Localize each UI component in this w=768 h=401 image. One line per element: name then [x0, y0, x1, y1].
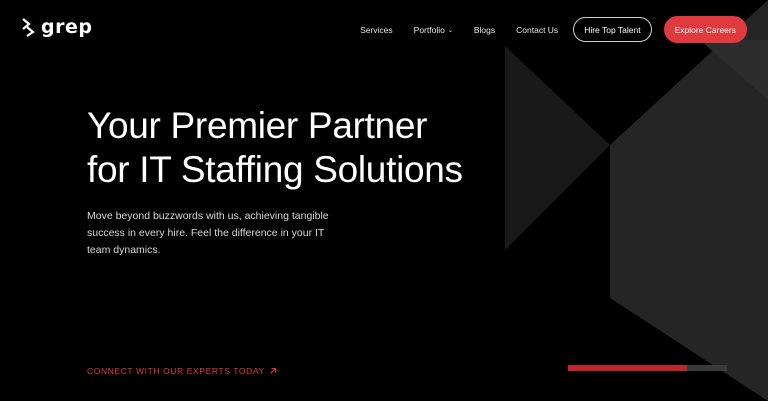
- hero-subtitle: Move beyond buzzwords with us, achieving…: [87, 210, 329, 256]
- slider-progress-fill: [568, 365, 688, 371]
- bg-shape-upper: [505, 46, 610, 250]
- brand-logo[interactable]: grep: [21, 17, 92, 37]
- nav-contact[interactable]: Contact Us: [516, 25, 558, 35]
- main-nav: Services Portfolio ⌄ Blogs Contact Us Hi…: [360, 16, 747, 43]
- logo-mark-icon: [22, 18, 35, 37]
- nav-services[interactable]: Services: [360, 25, 393, 35]
- site-header: grep Services Portfolio ⌄ Blogs Contact …: [0, 0, 768, 56]
- hero-title: Your Premier Partner for IT Staffing Sol…: [87, 104, 463, 192]
- hero-title-line-1: Your Premier Partner: [87, 105, 428, 146]
- background-shapes: [505, 0, 768, 401]
- hire-talent-button[interactable]: Hire Top Talent: [573, 17, 652, 42]
- explore-careers-button[interactable]: Explore Careers: [663, 16, 747, 43]
- hero-title-line-2: for IT Staffing Solutions: [87, 149, 463, 190]
- brand-name: grep: [41, 15, 93, 38]
- nav-blogs[interactable]: Blogs: [474, 25, 495, 35]
- connect-experts-link[interactable]: CONNECT WITH OUR EXPERTS TODAY: [87, 366, 277, 376]
- chevron-down-icon: ⌄: [447, 27, 453, 34]
- nav-portfolio[interactable]: Portfolio ⌄: [414, 25, 453, 35]
- cta-label: CONNECT WITH OUR EXPERTS TODAY: [87, 366, 265, 376]
- slider-progress: [568, 365, 727, 371]
- nav-portfolio-label: Portfolio: [413, 24, 445, 35]
- arrow-up-right-icon: [269, 368, 276, 374]
